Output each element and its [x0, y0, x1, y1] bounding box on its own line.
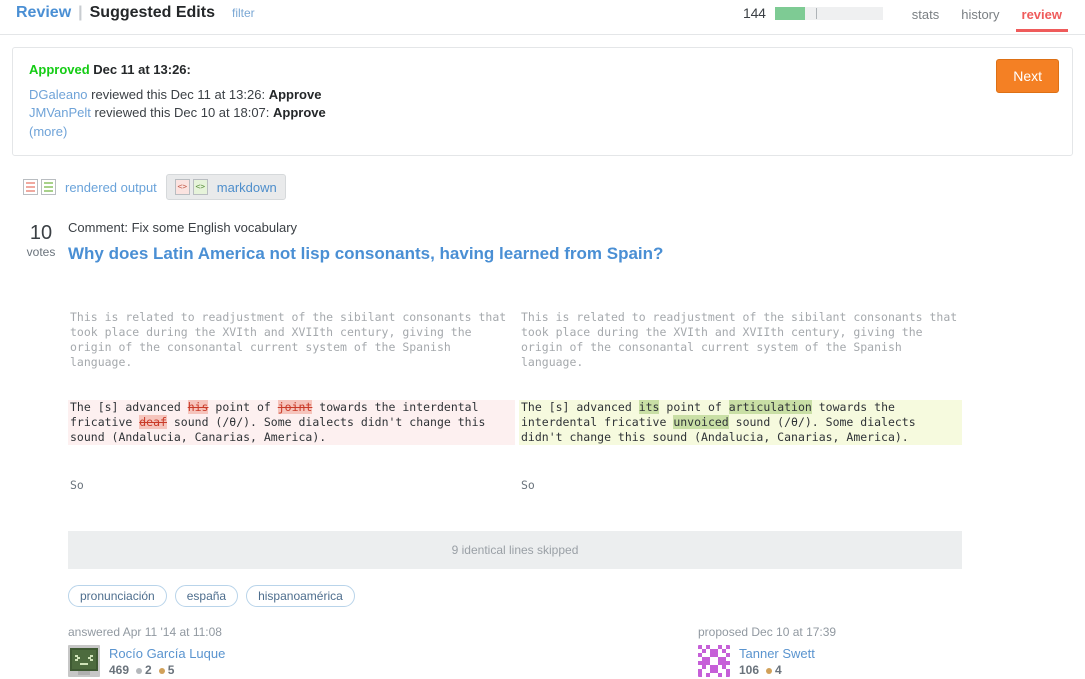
header-breadcrumb: Review | Suggested Edits filter — [16, 0, 255, 22]
review-entry: DGaleano reviewed this Dec 11 at 13:26: … — [29, 86, 1056, 104]
rendered-output-icon — [23, 179, 56, 195]
question-title-link[interactable]: Why does Latin America not lisp consonan… — [68, 244, 1073, 264]
diff-trailing-line: So — [519, 475, 962, 493]
diff-removed-word: his — [187, 400, 209, 414]
toggle-markdown-label: markdown — [216, 179, 277, 195]
diff-added-word: articulation — [728, 400, 812, 414]
reviewer-text-1: reviewed this Dec 11 at 13:26: — [87, 87, 269, 102]
skipped-lines-bar[interactable]: 9 identical lines skipped — [68, 531, 962, 569]
reviewer-text-2: reviewed this Dec 10 at 18:07: — [90, 105, 274, 120]
diff-trailing-line: So — [68, 475, 515, 493]
reviewer-decision-1: Approve — [268, 87, 322, 102]
proposal-user-info: Tanner Swett 106 4 — [739, 645, 815, 679]
user-cards: answered Apr 11 '14 at 11:08 Rocío Garcí… — [68, 625, 962, 679]
edit-comment: Comment: Fix some English vocabulary — [68, 220, 298, 235]
toggle-rendered-output-label: rendered output — [65, 179, 157, 195]
proposal-user-card: proposed Dec 10 at 17:39 Tanner Swett 10… — [515, 625, 962, 679]
reviewer-link-1[interactable]: DGaleano — [29, 87, 88, 102]
diff-text-run: The [s] advanced — [70, 400, 188, 414]
status-timestamp: Dec 11 at 13:26: — [93, 62, 191, 77]
review-status-heading: Approved Dec 11 at 13:26: — [29, 62, 1056, 77]
proposal-user: Tanner Swett 106 4 — [698, 645, 962, 679]
breadcrumb-review-link[interactable]: Review — [16, 4, 71, 22]
toggle-rendered-output[interactable]: rendered output — [14, 174, 166, 200]
progress-bar-fill — [774, 6, 805, 20]
answer-silver-badge-count: 2 — [145, 663, 152, 677]
diff-removed-word: deaf — [139, 415, 167, 429]
bronze-badge-icon — [766, 667, 773, 674]
status-badge: Approved — [29, 62, 90, 77]
proposal-username-link[interactable]: Tanner Swett — [739, 646, 815, 662]
proposal-reputation: 106 — [739, 663, 760, 677]
reviewer-decision-2: Approve — [273, 105, 326, 120]
answer-reputation: 469 — [109, 663, 130, 677]
page-title: Suggested Edits — [89, 4, 215, 21]
answer-user-info: Rocío García Luque 469 2 5 — [109, 645, 225, 679]
vote-count-label: votes — [26, 245, 56, 259]
proposal-timestamp: proposed Dec 10 at 17:39 — [698, 625, 837, 639]
show-more-link[interactable]: (more) — [29, 124, 67, 139]
view-toggle-group: rendered output <> <> markdown — [14, 174, 1085, 200]
progress-bar-tick — [815, 7, 817, 19]
proposal-reputation-row: 106 4 — [739, 662, 815, 679]
reviewer-link-2[interactable]: JMVanPelt — [29, 105, 91, 120]
answer-username-link[interactable]: Rocío García Luque — [109, 646, 225, 662]
filter-link[interactable]: filter — [232, 6, 255, 20]
post-body: Comment: Fix some English vocabulary Why… — [68, 220, 1085, 679]
review-progress: 144 — [743, 0, 883, 21]
diff-added-word: its — [638, 400, 660, 414]
post-container: 10 votes Comment: Fix some English vocab… — [0, 220, 1085, 679]
review-status-panel: Approved Dec 11 at 13:26: DGaleano revie… — [12, 47, 1073, 156]
code-added-icon: <> — [192, 179, 208, 195]
breadcrumb-separator: | — [78, 4, 83, 21]
diff-column-before: This is related to readjustment of the s… — [68, 280, 515, 523]
vote-count-column: 10 votes — [14, 220, 68, 679]
diff-text-run: point of — [659, 400, 729, 414]
diff-text-run: The [s] advanced — [521, 400, 639, 414]
diff-column-after: This is related to readjustment of the s… — [515, 280, 962, 523]
markdown-icon: <> <> — [174, 179, 208, 195]
diff-added-line: The [s] advanced its point of articulati… — [519, 400, 962, 445]
proposal-bronze-badge-count: 4 — [775, 663, 782, 677]
diff-text-run: point of — [208, 400, 278, 414]
answer-bronze-badge-count: 5 — [167, 663, 175, 677]
diff-context-line: This is related to readjustment of the s… — [70, 310, 514, 369]
review-count: 144 — [742, 5, 766, 21]
nav-link-review[interactable]: review — [1011, 0, 1073, 32]
answer-timestamp: answered Apr 11 '14 at 11:08 — [68, 625, 222, 639]
page-header: Review | Suggested Edits filter 144 stat… — [0, 0, 1085, 35]
diff-removed-line: The [s] advanced his point of joint towa… — [68, 400, 515, 445]
avatar[interactable] — [68, 645, 100, 677]
diff-added-word: unvoiced — [673, 415, 729, 429]
tag-list: pronunciación españa hispanoamérica — [68, 585, 1073, 607]
next-button[interactable]: Next — [996, 59, 1059, 93]
header-nav: stats history review — [901, 0, 1073, 34]
toggle-markdown[interactable]: <> <> markdown — [165, 174, 286, 200]
diff-block-added-icon — [41, 179, 56, 195]
bronze-badge-icon — [158, 667, 165, 674]
code-removed-icon: <> — [174, 179, 190, 195]
silver-badge-icon — [136, 667, 143, 674]
diff-viewer: This is related to readjustment of the s… — [68, 280, 962, 523]
diff-context-line: This is related to readjustment of the s… — [521, 310, 965, 369]
tag-item[interactable]: españa — [174, 585, 239, 607]
tag-item[interactable]: pronunciación — [68, 585, 167, 607]
vote-count: 10 — [29, 222, 53, 244]
review-entry: JMVanPelt reviewed this Dec 10 at 18:07:… — [29, 104, 1056, 122]
answer-user-card: answered Apr 11 '14 at 11:08 Rocío Garcí… — [68, 625, 515, 679]
answer-user: Rocío García Luque 469 2 5 — [68, 645, 515, 679]
nav-link-stats[interactable]: stats — [901, 0, 950, 27]
nav-link-history[interactable]: history — [950, 0, 1010, 27]
progress-bar — [774, 6, 883, 20]
answer-reputation-row: 469 2 5 — [109, 662, 225, 679]
diff-block-removed-icon — [23, 179, 38, 195]
diff-removed-word: joint — [277, 400, 313, 414]
tag-item[interactable]: hispanoamérica — [246, 585, 355, 607]
header-right-group: 144 stats history review — [743, 0, 1073, 34]
avatar[interactable] — [698, 645, 730, 677]
